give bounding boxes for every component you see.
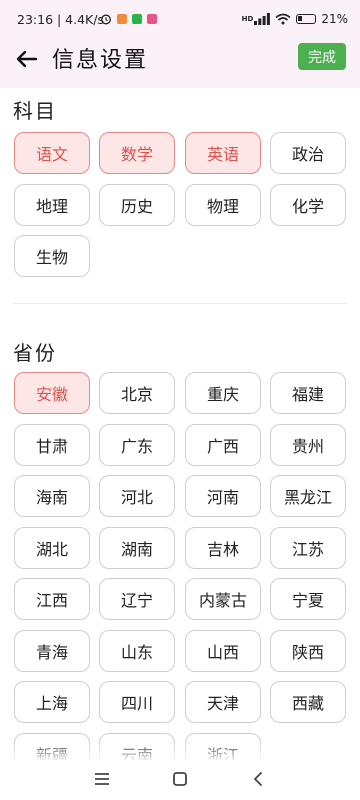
status-bar: 23:16 | 4.4K/s HD 21% bbox=[0, 0, 360, 38]
provinces-chip[interactable]: 甘肃 bbox=[14, 423, 90, 466]
battery-percent: 21% bbox=[321, 12, 348, 26]
alarm-icon bbox=[101, 14, 111, 25]
home-icon[interactable] bbox=[168, 767, 192, 791]
subjects-section-title: 科目 bbox=[13, 99, 57, 123]
provinces-chip[interactable]: 河南 bbox=[185, 475, 261, 517]
battery-icon bbox=[296, 14, 317, 24]
provinces-chip[interactable]: 江苏 bbox=[270, 526, 346, 569]
provinces-chip[interactable]: 青海 bbox=[14, 629, 90, 672]
subjects-chip[interactable]: 物理 bbox=[185, 183, 261, 226]
provinces-chip[interactable]: 江西 bbox=[14, 578, 90, 620]
subjects-chip[interactable]: 生物 bbox=[14, 235, 90, 277]
scroll-fade bbox=[0, 740, 360, 762]
provinces-chip[interactable]: 贵州 bbox=[270, 423, 346, 466]
subjects-chip[interactable]: 历史 bbox=[99, 183, 175, 226]
provinces-chip[interactable]: 吉林 bbox=[185, 526, 261, 569]
provinces-chip[interactable]: 山西 bbox=[185, 629, 261, 672]
provinces-chip[interactable]: 福建 bbox=[270, 372, 346, 414]
provinces-chip[interactable]: 天津 bbox=[185, 681, 261, 723]
provinces-chip[interactable]: 广东 bbox=[99, 423, 175, 466]
provinces-chip[interactable]: 北京 bbox=[99, 372, 175, 414]
provinces-chip[interactable]: 陕西 bbox=[270, 629, 346, 672]
provinces-chip[interactable]: 四川 bbox=[99, 681, 175, 723]
app-notification-icon bbox=[117, 14, 127, 24]
wifi-icon bbox=[275, 13, 291, 25]
back-nav-icon[interactable] bbox=[246, 767, 270, 791]
wechat-notification-icon bbox=[132, 14, 142, 24]
provinces-chip[interactable]: 广西 bbox=[185, 423, 261, 466]
provinces-chip[interactable]: 西藏 bbox=[270, 681, 346, 723]
provinces-chip[interactable]: 湖南 bbox=[99, 526, 175, 569]
provinces-chip[interactable]: 宁夏 bbox=[270, 578, 346, 620]
status-right: HD 21% bbox=[242, 12, 348, 26]
subjects-chip[interactable]: 地理 bbox=[14, 183, 90, 226]
done-button[interactable]: 完成 bbox=[298, 43, 346, 70]
subjects-chip[interactable]: 数学 bbox=[99, 132, 175, 174]
provinces-chip[interactable]: 山东 bbox=[99, 629, 175, 672]
system-nav-bar bbox=[0, 760, 360, 800]
back-arrow-icon[interactable] bbox=[14, 46, 40, 72]
app-notification-icon bbox=[147, 14, 157, 24]
provinces-chip[interactable]: 重庆 bbox=[185, 372, 261, 414]
section-divider bbox=[13, 303, 347, 304]
provinces-chip[interactable]: 辽宁 bbox=[99, 578, 175, 620]
provinces-chip[interactable]: 内蒙古 bbox=[185, 578, 261, 620]
subjects-chip[interactable]: 英语 bbox=[185, 132, 261, 174]
subjects-chip[interactable]: 语文 bbox=[14, 132, 90, 174]
provinces-chip[interactable]: 黑龙江 bbox=[270, 475, 346, 517]
subjects-chip[interactable]: 政治 bbox=[270, 132, 346, 174]
menu-icon[interactable] bbox=[90, 767, 114, 791]
provinces-chip[interactable]: 湖北 bbox=[14, 526, 90, 569]
page-title: 信息设置 bbox=[52, 48, 149, 73]
subjects-chip[interactable]: 化学 bbox=[270, 183, 346, 226]
provinces-section-title: 省份 bbox=[13, 341, 57, 365]
app-bar: 信息设置 完成 bbox=[0, 38, 360, 88]
status-time: 23:16 | 4.4K/s bbox=[17, 12, 104, 27]
provinces-chip[interactable]: 安徽 bbox=[14, 372, 90, 414]
signal-icon bbox=[254, 13, 271, 25]
network-type-label: HD bbox=[241, 15, 254, 23]
provinces-chip[interactable]: 海南 bbox=[14, 475, 90, 517]
provinces-chip[interactable]: 上海 bbox=[14, 681, 90, 723]
provinces-chip[interactable]: 河北 bbox=[99, 475, 175, 517]
